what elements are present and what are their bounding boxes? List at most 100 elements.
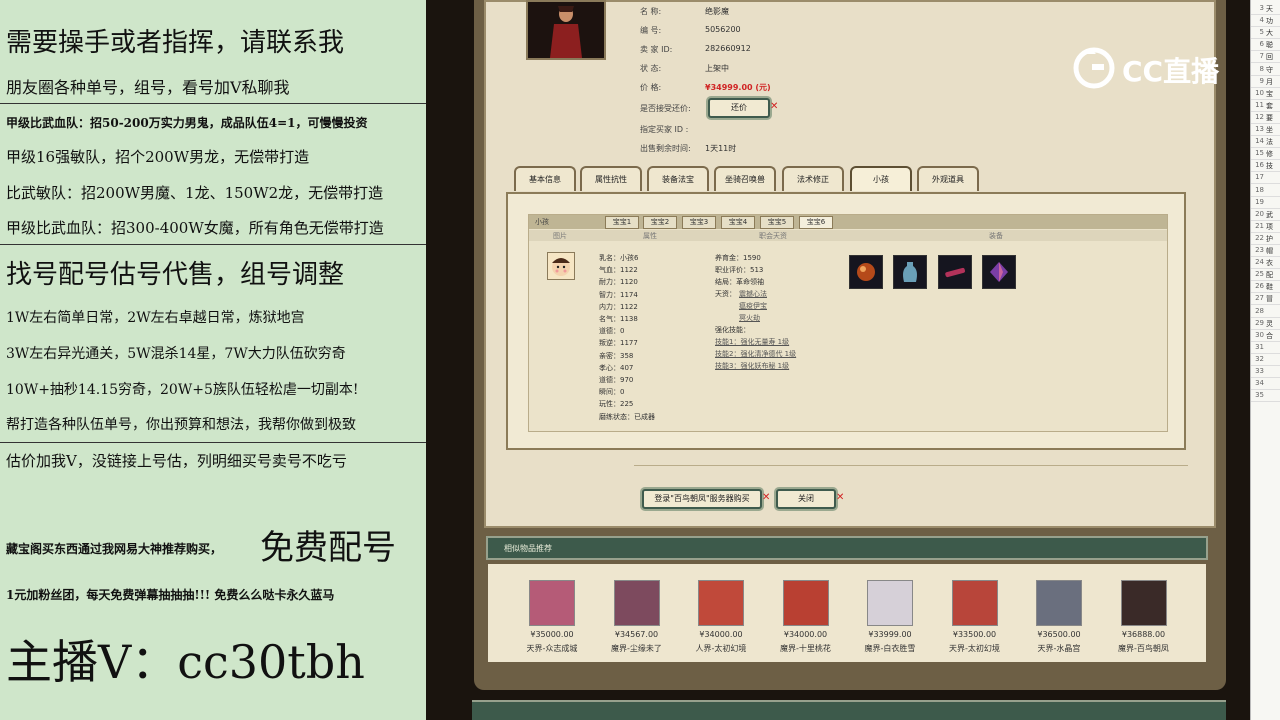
subtab-baby-1[interactable]: 宝宝1 xyxy=(605,216,639,229)
bargain-button[interactable]: 还价 xyxy=(708,98,770,118)
close-button[interactable]: 关闭 xyxy=(776,489,836,509)
seller-label: 卖 家 ID: xyxy=(640,45,673,54)
row-cell[interactable]: 技 xyxy=(1266,161,1273,171)
similar-item[interactable]: ¥36500.00 天界-水晶宫 xyxy=(1019,580,1099,654)
child-portrait xyxy=(547,252,575,280)
similar-item-portrait[interactable] xyxy=(1036,580,1082,626)
row-cell[interactable]: 修 xyxy=(1266,149,1273,159)
subtab-baby-3[interactable]: 宝宝3 xyxy=(682,216,716,229)
similar-item-portrait[interactable] xyxy=(698,580,744,626)
row-cell[interactable]: 功 xyxy=(1266,16,1273,26)
similar-item-portrait[interactable] xyxy=(951,580,998,626)
row-cell[interactable]: 守 xyxy=(1266,65,1273,75)
equipment-slot-2[interactable] xyxy=(893,255,927,289)
tab-mounts[interactable]: 坐骑召唤兽 xyxy=(714,166,776,191)
similar-item[interactable]: ¥33999.00 魔界-白衣胜雪 xyxy=(850,580,930,654)
close-icon[interactable]: ✕ xyxy=(762,492,770,503)
similar-item-portrait[interactable] xyxy=(529,580,575,626)
similar-item-portrait[interactable] xyxy=(613,580,660,626)
row-cell[interactable]: 要 xyxy=(1266,113,1273,123)
character-portrait-image xyxy=(528,2,604,58)
spreadsheet-row: 3天 xyxy=(1251,4,1280,15)
similar-item[interactable]: ¥34567.00 魔界-尘缘未了 xyxy=(597,580,677,654)
streamer-contact: 主播V：cc30tbh xyxy=(6,635,365,689)
subtab-baby-4[interactable]: 宝宝4 xyxy=(721,216,755,229)
similar-item-name[interactable]: 魔界-尘缘未了 xyxy=(597,643,677,654)
similar-item[interactable]: ¥33500.00 天界-太初幻境 xyxy=(935,580,1015,654)
row-number: 14 xyxy=(1255,137,1264,146)
similar-item-portrait[interactable] xyxy=(1120,580,1167,626)
subtab-baby-2[interactable]: 宝宝2 xyxy=(643,216,677,229)
row-cell[interactable]: 合 xyxy=(1266,331,1273,341)
row-number: 32 xyxy=(1255,354,1264,363)
row-cell[interactable]: 宝 xyxy=(1266,89,1273,99)
row-cell[interactable]: 鞋 xyxy=(1266,282,1273,292)
row-cell[interactable]: 聪 xyxy=(1266,40,1273,50)
similar-items-header: 相似物品推荐 xyxy=(486,536,1208,560)
spreadsheet-row: 14 法 xyxy=(1251,137,1280,149)
spreadsheet-row: 11 套 xyxy=(1251,101,1280,112)
spreadsheet-row: 20 武 xyxy=(1251,210,1280,221)
overlay-line: 1元加粉丝团，每天免费弹幕抽抽抽!!! 免费么么哒卡永久蓝马 xyxy=(6,588,335,602)
similar-item-name[interactable]: 天界-水晶宫 xyxy=(1019,643,1099,654)
login-buy-button[interactable]: 登录"百鸟朝凤"服务器购买 xyxy=(642,489,762,509)
talent-link[interactable]: 瘟疫伊宝 xyxy=(739,301,767,311)
overlay-line: 找号配号估号代售，组号调整 xyxy=(6,260,345,290)
spreadsheet-row: 4功 xyxy=(1251,16,1280,28)
row-cell[interactable]: 帽 xyxy=(1266,246,1273,256)
similar-item[interactable]: ¥34000.00 人界-太初幻境 xyxy=(681,580,761,654)
row-number: 16 xyxy=(1255,161,1264,170)
similar-item[interactable]: ¥34000.00 魔界-十里桃花 xyxy=(766,580,846,654)
similar-item[interactable]: ¥36888.00 魔界-百鸟朝凤 xyxy=(1104,580,1184,654)
similar-item-name[interactable]: 天界-太初幻境 xyxy=(935,643,1015,654)
row-number: 22 xyxy=(1255,233,1264,242)
equipment-slot-4[interactable] xyxy=(982,255,1016,289)
enhance-skill-link[interactable]: 技能2：强化清净德代 1级 xyxy=(715,349,796,359)
tab-spells[interactable]: 法术修正 xyxy=(782,166,844,191)
row-number: 24 xyxy=(1255,258,1264,267)
spreadsheet-row: 28 xyxy=(1251,307,1280,318)
similar-item-name[interactable]: 人界-太初幻境 xyxy=(681,643,761,654)
row-cell[interactable]: 武 xyxy=(1266,210,1273,220)
row-cell[interactable]: 回 xyxy=(1266,52,1273,62)
row-cell[interactable]: 套 xyxy=(1266,101,1273,111)
equipment-slot-1[interactable] xyxy=(849,255,883,289)
close-icon[interactable]: ✕ xyxy=(836,492,844,503)
similar-item[interactable]: ¥35000.00 天界-众志成城 xyxy=(512,580,592,654)
row-cell[interactable]: 大 xyxy=(1266,28,1273,38)
tab-basic-info[interactable]: 基本信息 xyxy=(514,166,576,191)
close-icon[interactable]: ✕ xyxy=(770,101,778,112)
spreadsheet-row: 15 修 xyxy=(1251,149,1280,161)
tab-equipment[interactable]: 装备法宝 xyxy=(647,166,709,191)
tab-appearance[interactable]: 外观道具 xyxy=(917,166,979,191)
row-cell[interactable]: 坐 xyxy=(1266,125,1273,135)
talent-link[interactable]: 震撼心法 xyxy=(739,289,767,299)
row-cell[interactable]: 法 xyxy=(1266,137,1273,147)
enhance-skill-link[interactable]: 技能1：强化无量寿 1级 xyxy=(715,337,789,347)
similar-item-portrait[interactable] xyxy=(782,580,829,626)
talent-link[interactable]: 冥火劫 xyxy=(739,313,760,323)
tab-attributes[interactable]: 属性抗性 xyxy=(580,166,642,191)
similar-item-portrait[interactable] xyxy=(867,580,913,626)
row-cell[interactable]: 护 xyxy=(1266,234,1273,244)
row-cell[interactable]: 天 xyxy=(1266,4,1273,14)
similar-item-name[interactable]: 魔界-百鸟朝凤 xyxy=(1104,643,1184,654)
row-cell[interactable]: 冒 xyxy=(1266,294,1273,304)
seller-id: 282660912 xyxy=(705,44,751,53)
row-number: 10 xyxy=(1255,88,1264,97)
similar-item-name[interactable]: 天界-众志成城 xyxy=(512,643,592,654)
similar-item-name[interactable]: 魔界-白衣胜雪 xyxy=(850,643,930,654)
enhance-skill-link[interactable]: 技能3：强化妖布秘 1级 xyxy=(715,361,789,371)
row-cell[interactable]: 配 xyxy=(1266,270,1273,280)
row-cell[interactable]: 衣 xyxy=(1266,258,1273,268)
equipment-slot-3[interactable] xyxy=(938,255,972,289)
overlay-line: 需要操手或者指挥，请联系我 xyxy=(6,28,345,58)
row-cell[interactable]: 月 xyxy=(1266,77,1273,87)
tab-child[interactable]: 小孩 xyxy=(850,166,912,191)
similar-item-name[interactable]: 魔界-十里桃花 xyxy=(766,643,846,654)
row-number: 26 xyxy=(1255,282,1264,291)
row-cell[interactable]: 项 xyxy=(1266,222,1273,232)
subtab-baby-6[interactable]: 宝宝6 xyxy=(799,216,833,229)
row-cell[interactable]: 灵 xyxy=(1266,319,1273,329)
subtab-baby-5[interactable]: 宝宝5 xyxy=(760,216,794,229)
